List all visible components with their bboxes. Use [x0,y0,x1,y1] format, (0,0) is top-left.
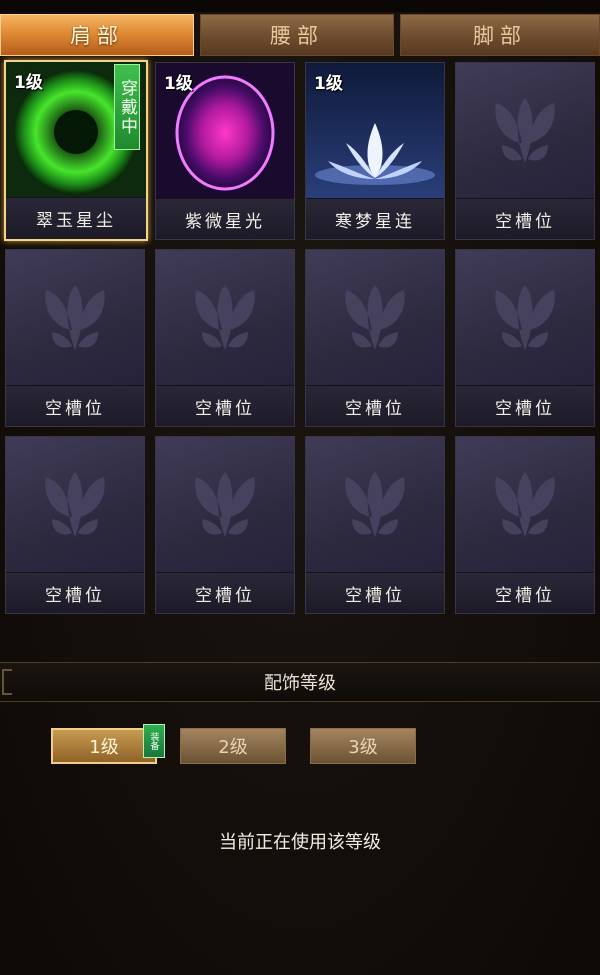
level-1-label: 1级 [89,737,119,758]
level-status-text: 当前正在使用该等级 [219,832,381,853]
slot-name: 空槽位 [306,572,444,613]
level-label: 1级 [314,74,343,94]
slot-name: 空槽位 [156,572,294,613]
slot-card-8[interactable]: 空槽位 [455,249,595,427]
butterfly-placeholder-icon [6,250,144,386]
accessory-panel: 肩部 腰部 脚部 1级 穿戴中 翠玉星尘 1级 紫微星光 1级 寒梦星连 空槽位… [0,0,600,975]
slot-card-4[interactable]: 空槽位 [455,62,595,240]
slot-name: 空槽位 [6,572,144,613]
section-header: 配饰等级 [0,662,600,702]
butterfly-placeholder-icon [456,63,594,199]
slot-card-7[interactable]: 空槽位 [305,249,445,427]
slot-card-3[interactable]: 1级 寒梦星连 [305,62,445,240]
tab-feet[interactable]: 脚部 [400,14,600,56]
slot-name: 空槽位 [456,572,594,613]
butterfly-placeholder-icon [306,250,444,386]
level-1-button[interactable]: 1级 装备 [51,724,165,764]
slot-name: 翠玉星尘 [6,197,146,239]
tab-waist[interactable]: 腰部 [200,14,394,56]
level-2-button[interactable]: 2级 [180,728,286,764]
slot-name: 空槽位 [456,198,594,239]
wearing-badge: 穿戴中 [114,64,140,150]
butterfly-placeholder-icon [456,437,594,573]
slot-card-10[interactable]: 空槽位 [155,436,295,614]
level-label: 1级 [164,74,193,94]
slot-name: 寒梦星连 [306,198,444,239]
slot-name: 空槽位 [306,385,444,426]
slot-card-1[interactable]: 1级 穿戴中 翠玉星尘 [4,60,148,241]
slot-card-11[interactable]: 空槽位 [305,436,445,614]
slot-card-12[interactable]: 空槽位 [455,436,595,614]
slot-card-5[interactable]: 空槽位 [5,249,145,427]
slot-name: 空槽位 [156,385,294,426]
level-3-label: 3级 [348,737,378,758]
level-label: 1级 [14,73,43,93]
butterfly-placeholder-icon [306,437,444,573]
slot-card-6[interactable]: 空槽位 [155,249,295,427]
level-3-button[interactable]: 3级 [310,728,416,764]
tab-shoulder[interactable]: 肩部 [0,14,194,56]
butterfly-placeholder-icon [156,437,294,573]
slot-name: 空槽位 [456,385,594,426]
level-2-label: 2级 [218,737,248,758]
butterfly-placeholder-icon [6,437,144,573]
slot-name: 空槽位 [6,385,144,426]
slot-card-2[interactable]: 1级 紫微星光 [155,62,295,240]
section-title: 配饰等级 [264,673,336,694]
butterfly-placeholder-icon [456,250,594,386]
equipped-badge: 装备 [143,724,165,758]
butterfly-placeholder-icon [156,250,294,386]
slot-card-9[interactable]: 空槽位 [5,436,145,614]
slot-name: 紫微星光 [156,198,294,239]
top-border [0,0,600,12]
